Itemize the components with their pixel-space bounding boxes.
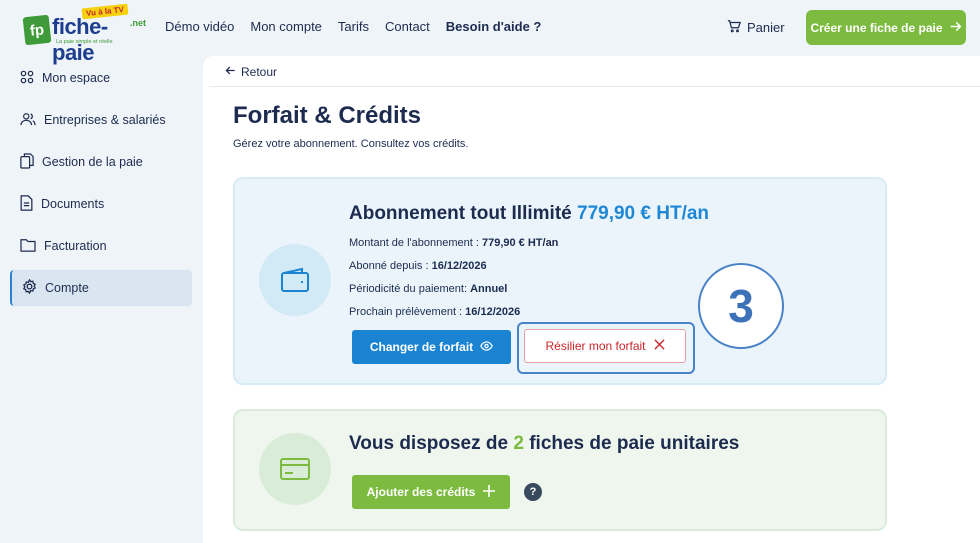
back-label: Retour (241, 65, 278, 79)
info-value: Annuel (470, 283, 508, 295)
page-subtitle: Gérez votre abonnement. Consultez vos cr… (233, 138, 469, 150)
close-icon (653, 339, 665, 353)
sidebar-item-label: Facturation (44, 239, 107, 253)
subscription-card: Abonnement tout Illimité 779,90 € HT/an … (233, 177, 887, 385)
info-label: Montant de l'abonnement : (349, 237, 482, 249)
arrow-left-icon (225, 65, 236, 79)
grid-icon (20, 70, 34, 87)
credits-prefix: Vous disposez de (349, 433, 514, 454)
info-periodicity: Périodicité du paiement: Annuel (349, 283, 507, 295)
info-value: 16/12/2026 (431, 260, 487, 272)
info-next-payment: Prochain prélèvement : 16/12/2026 (349, 306, 520, 318)
sidebar-item-compte[interactable]: Compte (10, 270, 192, 306)
plus-icon (483, 484, 496, 500)
folder-icon (20, 238, 36, 255)
main-nav: Démo vidéo Mon compte Tarifs Contact Bes… (165, 19, 541, 34)
cancel-plan-button[interactable]: Résilier mon forfait (524, 329, 686, 363)
sidebar-item-label: Documents (41, 197, 105, 211)
add-credits-label: Ajouter des crédits (366, 485, 476, 499)
subscription-plan: Abonnement tout Illimité (349, 203, 572, 224)
credits-card: Vous disposez de 2 fiches de paie unitai… (233, 409, 887, 531)
logo-suffix: .net (130, 18, 147, 28)
subscription-title: Abonnement tout Illimité 779,90 € HT/an (349, 203, 709, 225)
info-amount: Montant de l'abonnement : 779,90 € HT/an (349, 237, 558, 249)
nav-mon-compte[interactable]: Mon compte (250, 19, 322, 34)
sidebar-item-label: Gestion de la paie (42, 155, 143, 169)
create-payslip-button[interactable]: Créer une fiche de paie (806, 10, 966, 45)
nav-contact[interactable]: Contact (385, 19, 430, 34)
sidebar: Mon espace Entreprises & salariés Gestio… (0, 56, 203, 543)
files-icon (20, 152, 34, 172)
gear-icon (22, 278, 37, 297)
credits-count: 2 (513, 433, 524, 454)
sidebar-item-label: Compte (45, 281, 89, 295)
credit-card-icon (259, 433, 331, 505)
eye-icon (480, 340, 494, 354)
subscription-price: 779,90 € HT/an (577, 203, 710, 224)
change-plan-label: Changer de forfait (369, 340, 474, 354)
sidebar-item-label: Mon espace (42, 71, 111, 85)
sidebar-item-facturation[interactable]: Facturation (10, 228, 192, 264)
nav-help[interactable]: Besoin d'aide ? (446, 19, 542, 34)
credits-suffix: fiches de paie unitaires (523, 433, 740, 454)
add-credits-button[interactable]: Ajouter des crédits (352, 475, 510, 509)
top-header: fp fiche-paie .net Vu à la TV La paie si… (0, 0, 980, 65)
logo-tagline: La paie simple et réelle (56, 39, 113, 45)
info-value: 16/12/2026 (465, 306, 521, 318)
back-link[interactable]: Retour (225, 65, 277, 79)
sidebar-item-gestion-paie[interactable]: Gestion de la paie (10, 144, 192, 180)
change-plan-button[interactable]: Changer de forfait (352, 330, 511, 364)
info-label: Prochain prélèvement : (349, 306, 466, 318)
sidebar-item-mon-espace[interactable]: Mon espace (10, 60, 192, 96)
users-icon (20, 112, 36, 129)
document-icon (20, 194, 33, 214)
arrow-right-icon (949, 20, 962, 36)
sidebar-item-label: Entreprises & salariés (44, 113, 166, 127)
create-payslip-label: Créer une fiche de paie (810, 20, 943, 35)
nav-tarifs[interactable]: Tarifs (338, 19, 369, 34)
cancel-plan-label: Résilier mon forfait (545, 339, 646, 353)
step-badge: 3 (698, 263, 784, 349)
info-value: 779,90 € HT/an (481, 237, 559, 249)
sidebar-item-documents[interactable]: Documents (10, 186, 192, 222)
info-since: Abonné depuis : 16/12/2026 (349, 260, 487, 272)
cart-link[interactable]: Panier (727, 19, 785, 36)
nav-demo-video[interactable]: Démo vidéo (165, 19, 234, 34)
help-icon[interactable]: ? (524, 483, 542, 501)
cart-icon (727, 19, 741, 36)
info-label: Abonné depuis : (349, 260, 432, 272)
sidebar-item-entreprises[interactable]: Entreprises & salariés (10, 102, 192, 138)
divider (209, 86, 980, 87)
page-title: Forfait & Crédits (233, 102, 422, 129)
wallet-icon (259, 244, 331, 316)
info-label: Périodicité du paiement: (349, 283, 471, 295)
logo-mark: fp (22, 14, 52, 46)
logo[interactable]: fp fiche-paie .net Vu à la TV La paie si… (22, 3, 146, 65)
cart-label: Panier (747, 20, 785, 35)
credits-title: Vous disposez de 2 fiches de paie unitai… (349, 433, 739, 455)
main-content: Retour Forfait & Crédits Gérez votre abo… (203, 56, 980, 543)
